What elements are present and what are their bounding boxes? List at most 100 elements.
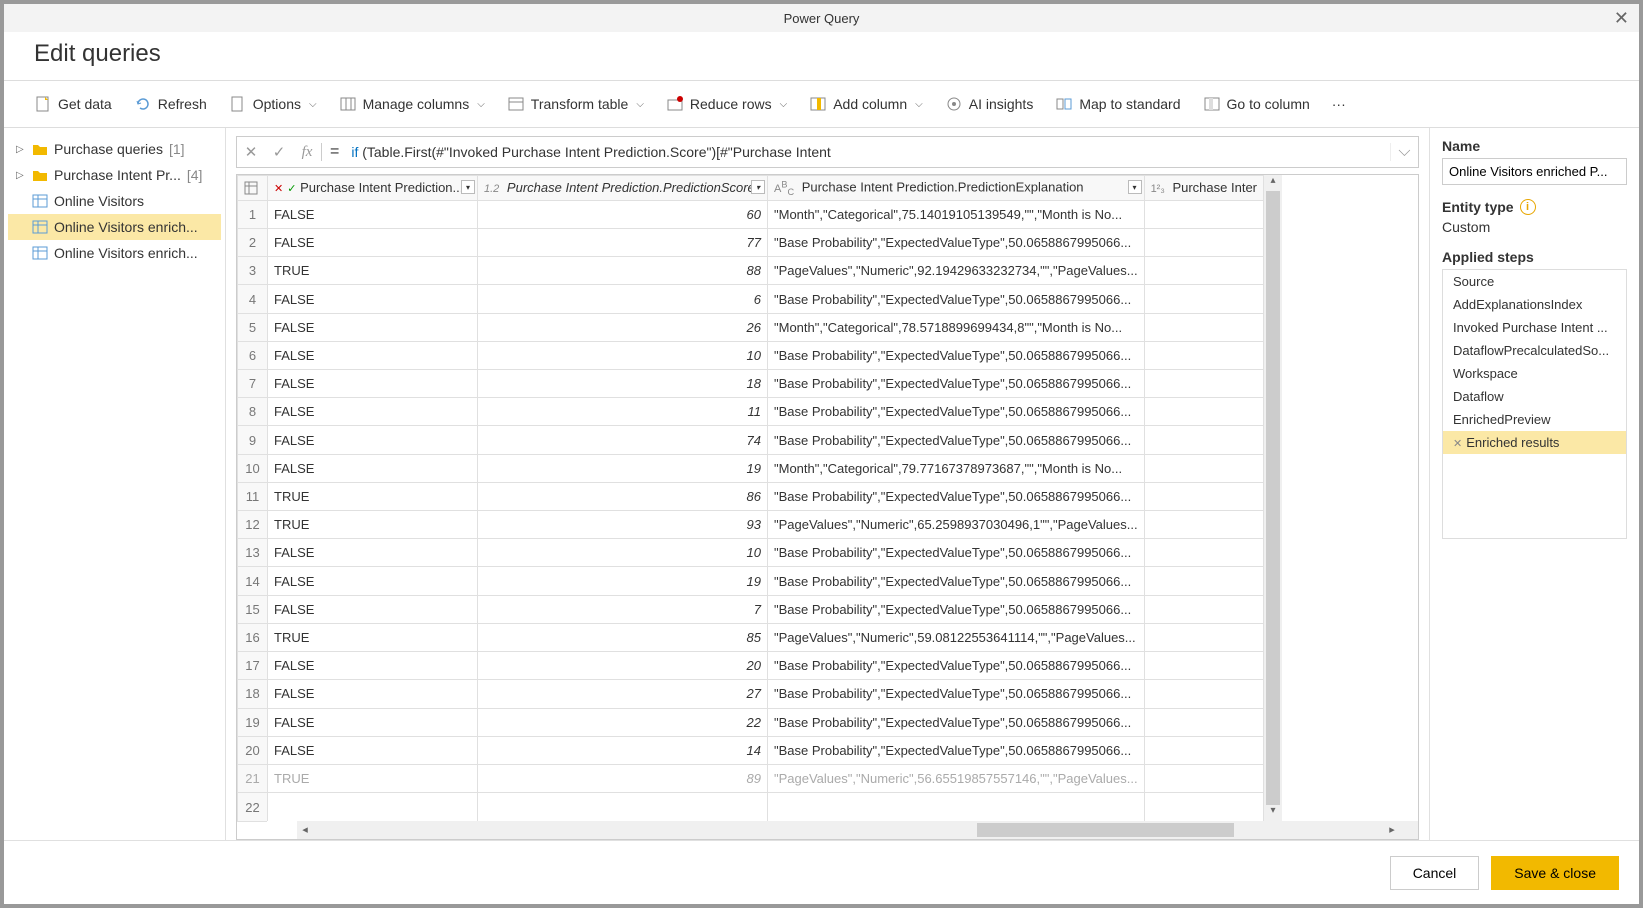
cell-score[interactable]: 10: [478, 341, 768, 369]
cell-explanation[interactable]: "Month","Categorical",79.77167378973687,…: [768, 454, 1145, 482]
cell-prediction[interactable]: [268, 793, 478, 821]
cell-prediction[interactable]: TRUE: [268, 511, 478, 539]
map-to-standard-button[interactable]: Map to standard: [1045, 89, 1190, 119]
applied-step[interactable]: EnrichedPreview: [1443, 408, 1626, 431]
ai-insights-button[interactable]: AI insights: [935, 89, 1044, 119]
vertical-scrollbar[interactable]: ▴ ▾: [1264, 175, 1282, 821]
scroll-thumb[interactable]: [977, 823, 1234, 837]
cell-partial[interactable]: [1144, 454, 1263, 482]
table-row[interactable]: 22: [238, 793, 1264, 821]
cell-explanation[interactable]: "PageValues","Numeric",59.08122553641114…: [768, 623, 1145, 651]
scroll-left-icon[interactable]: ◂: [297, 821, 313, 839]
cell-partial[interactable]: [1144, 370, 1263, 398]
table-row[interactable]: 17FALSE20"Base Probability","ExpectedVal…: [238, 652, 1264, 680]
table-row[interactable]: 1FALSE60"Month","Categorical",75.1401910…: [238, 200, 1264, 228]
cell-prediction[interactable]: FALSE: [268, 229, 478, 257]
row-number-header[interactable]: [238, 176, 268, 201]
cell-score[interactable]: 6: [478, 285, 768, 313]
table-row[interactable]: 3TRUE88"PageValues","Numeric",92.1942963…: [238, 257, 1264, 285]
cell-explanation[interactable]: "Base Probability","ExpectedValueType",5…: [768, 482, 1145, 510]
cell-partial[interactable]: [1144, 313, 1263, 341]
column-header-explanation[interactable]: ABC Purchase Intent Prediction.Predictio…: [768, 176, 1145, 201]
cell-score[interactable]: 86: [478, 482, 768, 510]
cell-score[interactable]: 7: [478, 595, 768, 623]
table-row[interactable]: 15FALSE7"Base Probability","ExpectedValu…: [238, 595, 1264, 623]
cell-partial[interactable]: [1144, 426, 1263, 454]
add-column-button[interactable]: Add column ⌵: [799, 89, 933, 119]
sidebar-item[interactable]: Online Visitors enrich...: [8, 240, 221, 266]
delete-step-icon[interactable]: ✕: [1453, 438, 1462, 450]
formula-expand-icon[interactable]: ⌵: [1390, 143, 1418, 161]
cell-score[interactable]: 19: [478, 567, 768, 595]
cell-score[interactable]: 89: [478, 764, 768, 792]
cell-partial[interactable]: [1144, 285, 1263, 313]
cell-prediction[interactable]: FALSE: [268, 680, 478, 708]
cell-prediction[interactable]: TRUE: [268, 482, 478, 510]
cell-score[interactable]: 60: [478, 200, 768, 228]
cell-score[interactable]: 18: [478, 370, 768, 398]
table-row[interactable]: 4FALSE6"Base Probability","ExpectedValue…: [238, 285, 1264, 313]
info-icon[interactable]: i: [1520, 199, 1536, 215]
cell-partial[interactable]: [1144, 623, 1263, 651]
cell-partial[interactable]: [1144, 482, 1263, 510]
more-button[interactable]: ···: [1322, 90, 1356, 118]
table-row[interactable]: 16TRUE85"PageValues","Numeric",59.081225…: [238, 623, 1264, 651]
cell-prediction[interactable]: FALSE: [268, 285, 478, 313]
table-row[interactable]: 5FALSE26"Month","Categorical",78.5718899…: [238, 313, 1264, 341]
cell-explanation[interactable]: "Base Probability","ExpectedValueType",5…: [768, 341, 1145, 369]
manage-columns-button[interactable]: Manage columns ⌵: [329, 89, 495, 119]
options-button[interactable]: Options ⌵: [219, 89, 327, 119]
cell-prediction[interactable]: FALSE: [268, 398, 478, 426]
cell-prediction[interactable]: TRUE: [268, 257, 478, 285]
cell-partial[interactable]: [1144, 793, 1263, 821]
table-row[interactable]: 13FALSE10"Base Probability","ExpectedVal…: [238, 539, 1264, 567]
table-row[interactable]: 21TRUE89"PageValues","Numeric",56.655198…: [238, 764, 1264, 792]
table-row[interactable]: 18FALSE27"Base Probability","ExpectedVal…: [238, 680, 1264, 708]
applied-step[interactable]: Source: [1443, 270, 1626, 293]
cell-explanation[interactable]: "PageValues","Numeric",56.65519857557146…: [768, 764, 1145, 792]
sidebar-item[interactable]: Online Visitors: [8, 188, 221, 214]
column-filter-icon[interactable]: ▾: [751, 180, 765, 194]
go-to-column-button[interactable]: Go to column: [1193, 89, 1320, 119]
cell-partial[interactable]: [1144, 257, 1263, 285]
applied-step[interactable]: Dataflow: [1443, 385, 1626, 408]
applied-step[interactable]: AddExplanationsIndex: [1443, 293, 1626, 316]
table-row[interactable]: 11TRUE86"Base Probability","ExpectedValu…: [238, 482, 1264, 510]
horizontal-scrollbar[interactable]: ◂ ▸: [297, 821, 1400, 839]
formula-accept-icon[interactable]: ✓: [265, 143, 293, 161]
cell-score[interactable]: 85: [478, 623, 768, 651]
refresh-button[interactable]: Refresh: [124, 89, 217, 119]
cell-partial[interactable]: [1144, 736, 1263, 764]
cell-prediction[interactable]: FALSE: [268, 370, 478, 398]
cell-explanation[interactable]: "Month","Categorical",78.5718899699434,8…: [768, 313, 1145, 341]
table-row[interactable]: 19FALSE22"Base Probability","ExpectedVal…: [238, 708, 1264, 736]
table-row[interactable]: 20FALSE14"Base Probability","ExpectedVal…: [238, 736, 1264, 764]
cell-explanation[interactable]: "Base Probability","ExpectedValueType",5…: [768, 229, 1145, 257]
cell-explanation[interactable]: [768, 793, 1145, 821]
cell-explanation[interactable]: "Base Probability","ExpectedValueType",5…: [768, 426, 1145, 454]
cell-partial[interactable]: [1144, 229, 1263, 257]
column-header-prediction[interactable]: ✕✓ Purchase Intent Prediction.... ▾: [268, 176, 478, 201]
cell-partial[interactable]: [1144, 567, 1263, 595]
cell-score[interactable]: 14: [478, 736, 768, 764]
cell-score[interactable]: 26: [478, 313, 768, 341]
column-header-partial[interactable]: 1²₃ Purchase Inter: [1144, 176, 1263, 201]
formula-cancel-icon[interactable]: ✕: [237, 143, 265, 161]
applied-step[interactable]: ✕Enriched results: [1443, 431, 1626, 454]
cancel-button[interactable]: Cancel: [1390, 856, 1480, 890]
cell-partial[interactable]: [1144, 708, 1263, 736]
reduce-rows-button[interactable]: Reduce rows ⌵: [656, 89, 797, 119]
cell-score[interactable]: [478, 793, 768, 821]
cell-explanation[interactable]: "PageValues","Numeric",92.19429633232734…: [768, 257, 1145, 285]
scroll-up-icon[interactable]: ▴: [1264, 175, 1282, 191]
cell-partial[interactable]: [1144, 539, 1263, 567]
table-row[interactable]: 8FALSE11"Base Probability","ExpectedValu…: [238, 398, 1264, 426]
cell-score[interactable]: 77: [478, 229, 768, 257]
column-filter-icon[interactable]: ▾: [461, 180, 475, 194]
table-row[interactable]: 10FALSE19"Month","Categorical",79.771673…: [238, 454, 1264, 482]
expand-icon[interactable]: ▷: [16, 144, 26, 155]
cell-prediction[interactable]: FALSE: [268, 708, 478, 736]
get-data-button[interactable]: Get data: [24, 89, 122, 119]
save-close-button[interactable]: Save & close: [1491, 856, 1619, 890]
cell-score[interactable]: 93: [478, 511, 768, 539]
